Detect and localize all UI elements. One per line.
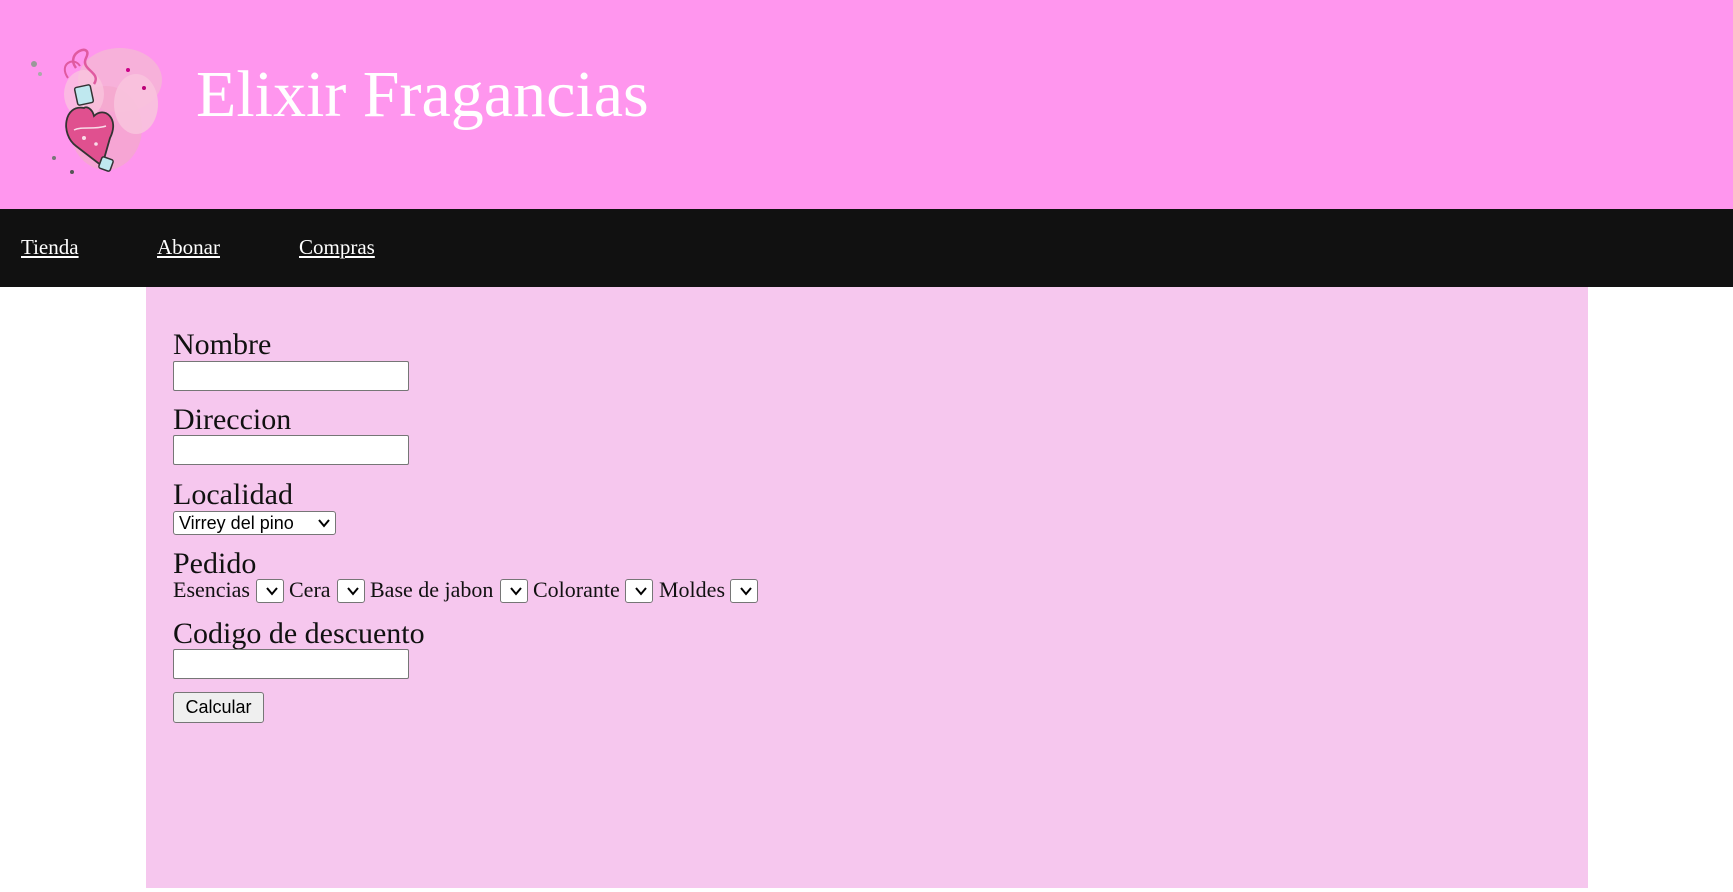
nav-link-abonar[interactable]: Abonar <box>157 237 220 258</box>
pedido-item-label-base-de-jabon: Base de jabon <box>370 577 494 602</box>
nav-link-tienda[interactable]: Tienda <box>21 237 79 258</box>
chevron-down-icon <box>635 587 647 596</box>
pedido-label: Pedido <box>173 547 257 580</box>
base-de-jabon-select[interactable] <box>500 579 528 603</box>
moldes-select[interactable] <box>730 579 758 603</box>
codigo-descuento-label: Codigo de descuento <box>173 617 425 650</box>
pedido-item-label-colorante: Colorante <box>533 577 620 602</box>
colorante-select[interactable] <box>625 579 653 603</box>
chevron-down-icon <box>347 587 359 596</box>
codigo-descuento-input[interactable] <box>173 649 409 679</box>
nombre-input[interactable] <box>173 361 409 391</box>
nav-link-compras[interactable]: Compras <box>299 237 375 258</box>
chevron-down-icon <box>510 587 522 596</box>
localidad-selected-value: Virrey del pino <box>179 513 294 533</box>
localidad-select[interactable]: Virrey del pino <box>173 511 336 535</box>
chevron-down-icon <box>318 519 330 528</box>
direccion-label: Direccion <box>173 403 292 436</box>
pedido-item-label-moldes: Moldes <box>659 577 725 602</box>
localidad-label: Localidad <box>173 478 293 511</box>
esencias-select[interactable] <box>256 579 284 603</box>
calcular-button[interactable]: Calcular <box>173 692 264 723</box>
potion-bottle-icon <box>31 48 162 174</box>
pedido-item-label-cera: Cera <box>289 577 331 602</box>
direccion-input[interactable] <box>173 435 409 465</box>
nombre-label: Nombre <box>173 328 272 361</box>
site-header: Elixir Fragancias <box>0 0 1733 209</box>
chevron-down-icon <box>740 587 752 596</box>
chevron-down-icon <box>266 587 278 596</box>
cera-select[interactable] <box>337 579 365 603</box>
nav-bar <box>0 209 1733 287</box>
pedido-item-label-esencias: Esencias <box>173 577 250 602</box>
site-title: Elixir Fragancias <box>196 58 649 131</box>
